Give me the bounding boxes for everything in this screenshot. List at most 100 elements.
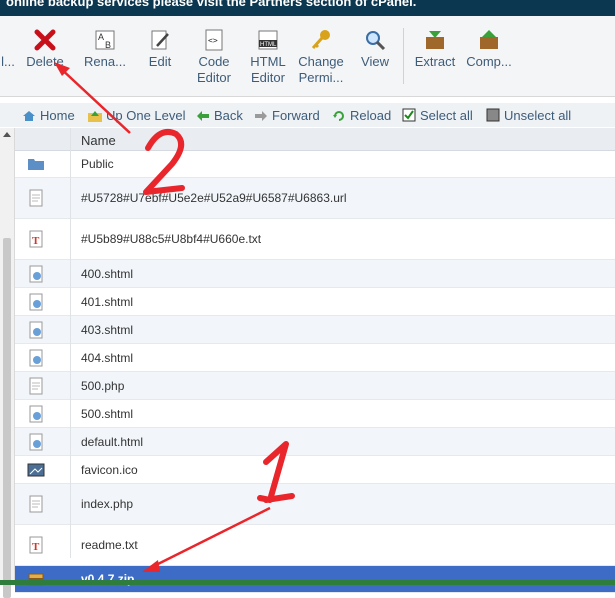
file-name[interactable]: 500.shtml xyxy=(81,407,133,421)
file-name[interactable]: default.html xyxy=(81,435,143,449)
file-name[interactable]: favicon.ico xyxy=(81,463,138,477)
table-row[interactable]: favicon.ico xyxy=(15,456,615,484)
table-row[interactable]: 500.shtml xyxy=(15,400,615,428)
toolbar-label: Code xyxy=(198,54,230,69)
table-row[interactable]: 500.php xyxy=(15,372,615,400)
change-permissions-button[interactable]: Change Permi... xyxy=(296,28,346,86)
extract-icon xyxy=(423,28,447,52)
document-icon xyxy=(27,189,45,207)
svg-text:A: A xyxy=(98,32,104,42)
scroll-up-arrow-icon[interactable] xyxy=(3,132,11,137)
unselect-all-button[interactable]: Unselect all xyxy=(486,108,571,123)
reload-button[interactable]: Reload xyxy=(332,108,391,123)
forward-arrow-icon xyxy=(254,110,268,122)
table-row[interactable]: #U5728#U7ebf#U5e2e#U52a9#U6587#U6863.url xyxy=(15,178,615,219)
delete-button[interactable]: Delete xyxy=(24,28,66,70)
document-icon xyxy=(27,495,45,513)
web-file-icon xyxy=(27,293,45,311)
extract-button[interactable]: Extract xyxy=(412,28,458,70)
select-all-label: Select all xyxy=(420,108,473,123)
home-button[interactable]: Home xyxy=(22,108,75,123)
banner-text: online backup services please visit the … xyxy=(6,0,417,9)
table-row[interactable]: default.html xyxy=(15,428,615,456)
web-file-icon xyxy=(27,265,45,283)
table-row[interactable]: 401.shtml xyxy=(15,288,615,316)
back-button[interactable]: Back xyxy=(196,108,243,123)
compress-button[interactable]: Comp... xyxy=(464,28,514,70)
edit-icon xyxy=(148,28,172,52)
select-all-button[interactable]: Select all xyxy=(402,108,473,123)
text-file-icon: T xyxy=(27,536,45,554)
table-header: Name xyxy=(15,128,615,151)
toolbar-partial-button[interactable]: l... xyxy=(0,28,20,70)
table-row[interactable]: Public xyxy=(15,151,615,178)
file-name[interactable]: readme.txt xyxy=(81,538,138,552)
file-name[interactable]: 404.shtml xyxy=(81,351,133,365)
web-file-icon xyxy=(27,405,45,423)
rename-icon: AB xyxy=(93,28,117,52)
rename-button[interactable]: AB Rena... xyxy=(84,28,126,70)
code-editor-button[interactable]: <> Code Editor xyxy=(192,28,236,86)
document-icon xyxy=(27,377,45,395)
file-name[interactable]: #U5b89#U88c5#U8bf4#U660e.txt xyxy=(81,232,261,246)
toolbar-label: View xyxy=(361,54,389,69)
file-name[interactable]: index.php xyxy=(81,497,133,511)
view-button[interactable]: View xyxy=(356,28,394,70)
reload-label: Reload xyxy=(350,108,392,123)
toolbar-label-line2: Editor xyxy=(251,70,285,85)
file-name[interactable]: 403.shtml xyxy=(81,323,133,337)
toolbar-label: HTML xyxy=(250,54,286,69)
table-row[interactable]: 404.shtml xyxy=(15,344,615,372)
up-one-level-button[interactable]: Up One Level xyxy=(88,108,186,123)
up-one-level-label: Up One Level xyxy=(106,108,186,123)
home-label: Home xyxy=(40,108,75,123)
table-row[interactable]: 403.shtml xyxy=(15,316,615,344)
svg-text:T: T xyxy=(32,235,40,247)
code-editor-icon: <> xyxy=(202,28,226,52)
file-list-table: Name Public #U5728#U7ebf#U5e2e#U52a9#U658… xyxy=(15,128,615,593)
file-name[interactable]: #U5728#U7ebf#U5e2e#U52a9#U6587#U6863.url xyxy=(81,191,347,205)
html-editor-button[interactable]: HTML HTML Editor xyxy=(246,28,290,86)
edit-button[interactable]: Edit xyxy=(140,28,180,70)
navigation-bar: Home Up One Level Back Forward Reload Se… xyxy=(0,103,615,127)
forward-button[interactable]: Forward xyxy=(254,108,320,123)
compress-icon xyxy=(477,28,501,52)
image-file-icon xyxy=(27,461,45,479)
toolbar-label: Comp... xyxy=(466,54,512,69)
key-icon xyxy=(309,28,333,52)
table-row[interactable]: Treadme.txt xyxy=(15,525,615,566)
info-banner: online backup services please visit the … xyxy=(0,0,615,16)
file-name[interactable]: 401.shtml xyxy=(81,295,133,309)
file-name[interactable]: 500.php xyxy=(81,379,124,393)
web-file-icon xyxy=(27,433,45,451)
toolbar-label: l... xyxy=(1,54,15,69)
html-editor-icon: HTML xyxy=(256,28,280,52)
toolbar-label-line2: Permi... xyxy=(298,70,344,85)
zip-archive-icon xyxy=(27,570,45,588)
svg-text:HTML: HTML xyxy=(260,42,277,48)
table-row[interactable]: 400.shtml xyxy=(15,260,615,288)
tree-scrollbar[interactable] xyxy=(0,128,15,598)
table-row[interactable]: index.php xyxy=(15,484,615,525)
toolbar-label-line2: Editor xyxy=(197,70,231,85)
web-file-icon xyxy=(27,321,45,339)
home-icon xyxy=(22,110,36,122)
name-column-header[interactable]: Name xyxy=(81,133,116,148)
bottom-status-strip xyxy=(0,580,615,585)
svg-text:<>: <> xyxy=(208,36,218,45)
table-body: Public #U5728#U7ebf#U5e2e#U52a9#U6587#U68… xyxy=(15,151,615,593)
magnifier-icon xyxy=(363,28,387,52)
forward-label: Forward xyxy=(272,108,320,123)
toolbar-separator xyxy=(403,28,404,84)
folder-icon xyxy=(27,155,45,173)
file-name[interactable]: Public xyxy=(81,157,114,171)
text-file-icon: T xyxy=(27,230,45,248)
file-name[interactable]: 400.shtml xyxy=(81,267,133,281)
back-arrow-icon xyxy=(196,110,210,122)
reload-icon xyxy=(332,110,346,122)
table-row[interactable]: T #U5b89#U88c5#U8bf4#U660e.txt xyxy=(15,219,615,260)
column-divider xyxy=(70,128,71,558)
back-label: Back xyxy=(214,108,243,123)
toolbar-label: Change xyxy=(298,54,344,69)
scrollbar-thumb[interactable] xyxy=(3,238,11,598)
